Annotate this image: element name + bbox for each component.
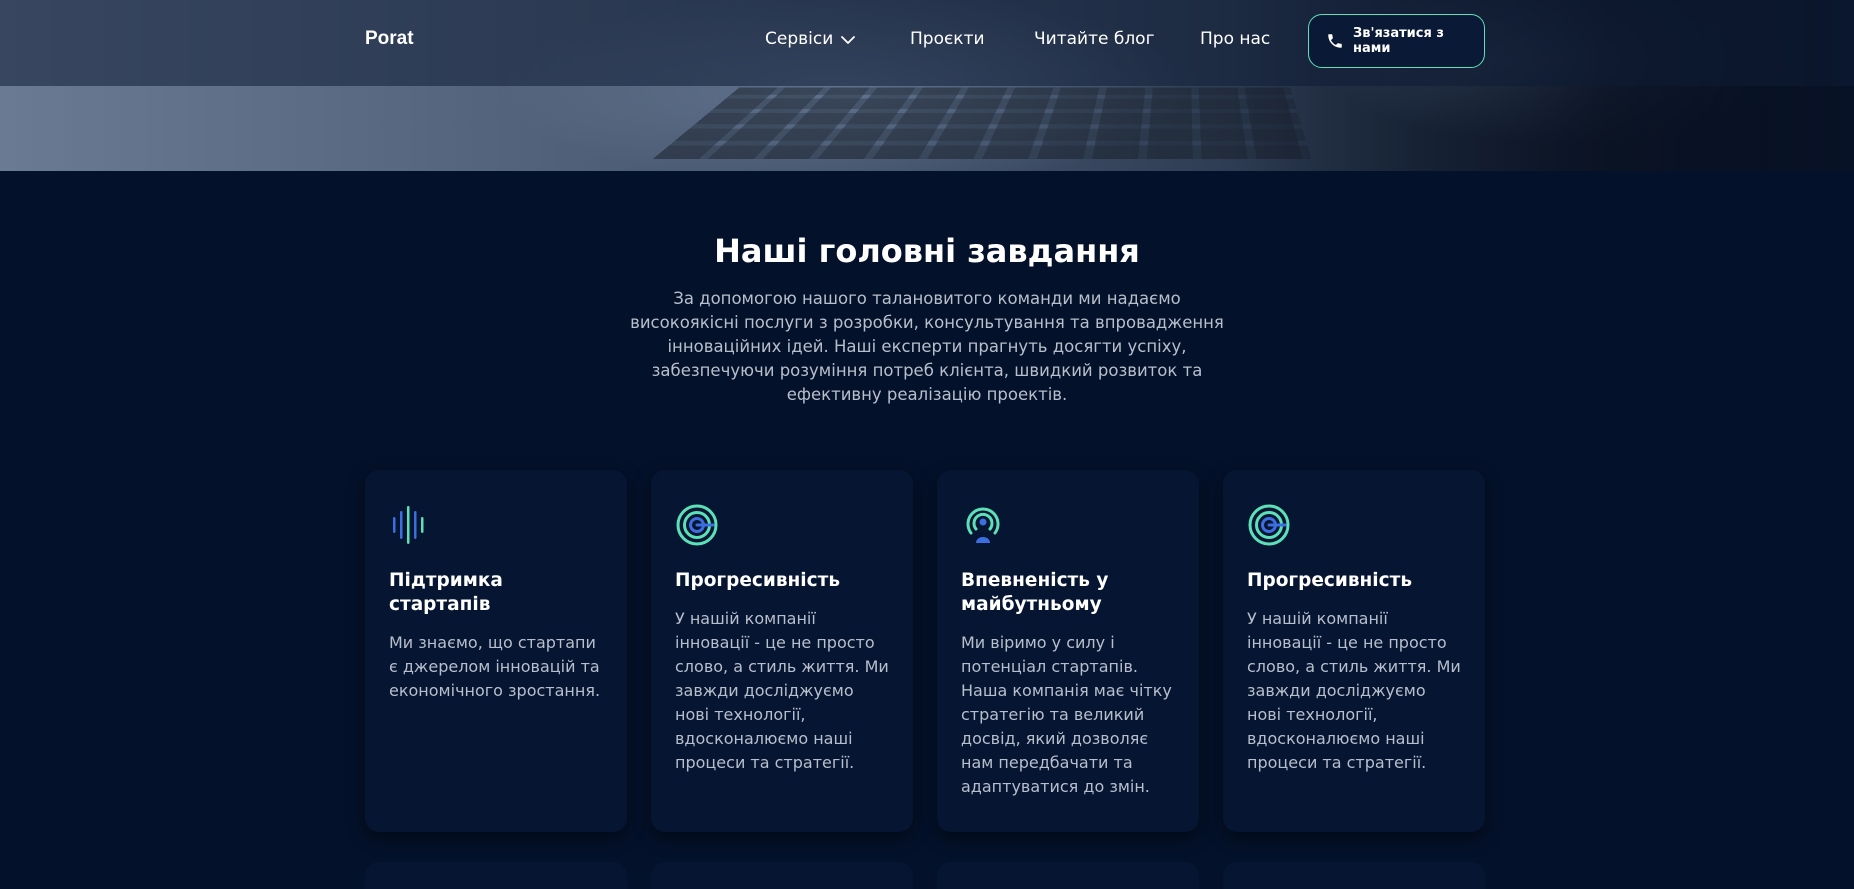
section-title: Наші головні завдання: [714, 232, 1140, 270]
card-text: У нашій компанії інновації - це не прост…: [675, 609, 889, 772]
feature-card-next: [937, 862, 1199, 889]
target-icon: [1248, 504, 1290, 546]
card-title: Підтримка стартапів: [389, 570, 503, 615]
contact-label: Зв'язатися з нами: [1353, 26, 1444, 56]
card-title: Прогресивність: [1247, 570, 1413, 591]
card-text: У нашій компанії інновації - це не прост…: [1247, 609, 1461, 772]
card-text: Ми віримо у силу і потенціал стартапів. …: [961, 633, 1172, 796]
card-text: Ми знаємо, що стартапи є джерелом іннова…: [389, 633, 601, 700]
feature-card: Підтримка стартапів Ми знаємо, що старта…: [365, 470, 627, 832]
chevron-down-icon[interactable]: [840, 34, 856, 46]
soundwave-icon: [393, 506, 424, 544]
feature-card-next: [1223, 862, 1485, 889]
contact-button[interactable]: Зв'язатися з нами: [1308, 14, 1485, 68]
nav-about[interactable]: Про нас: [1200, 29, 1270, 49]
card-title: Прогресивність: [675, 570, 841, 591]
feature-card: Прогресивність У нашій компанії інноваці…: [1223, 470, 1485, 832]
section-intro: За допомогою нашого таланови­того команд…: [630, 289, 1224, 404]
feature-card: Прогресивність У нашій компанії інноваці…: [651, 470, 913, 832]
logo[interactable]: Porat: [365, 28, 414, 50]
target-icon: [676, 504, 718, 546]
phone-icon: [1328, 34, 1342, 48]
nav-blog[interactable]: Читайте блог: [1034, 29, 1155, 49]
keyboard-photo: [653, 87, 1312, 159]
nav-services[interactable]: Сервіси: [765, 29, 833, 49]
feature-card-next: [651, 862, 913, 889]
nav-projects[interactable]: Проєкти: [910, 29, 985, 49]
feature-card: Впевненість у майбутньому Ми віримо у си…: [937, 470, 1199, 832]
card-title: Впевненість у майбутньому: [961, 570, 1109, 615]
top-navigation: Porat Сервіси Проєкти Читайте блог Про н…: [0, 0, 1854, 86]
broadcast-person-icon: [966, 507, 1000, 543]
feature-card-next: [365, 862, 627, 889]
